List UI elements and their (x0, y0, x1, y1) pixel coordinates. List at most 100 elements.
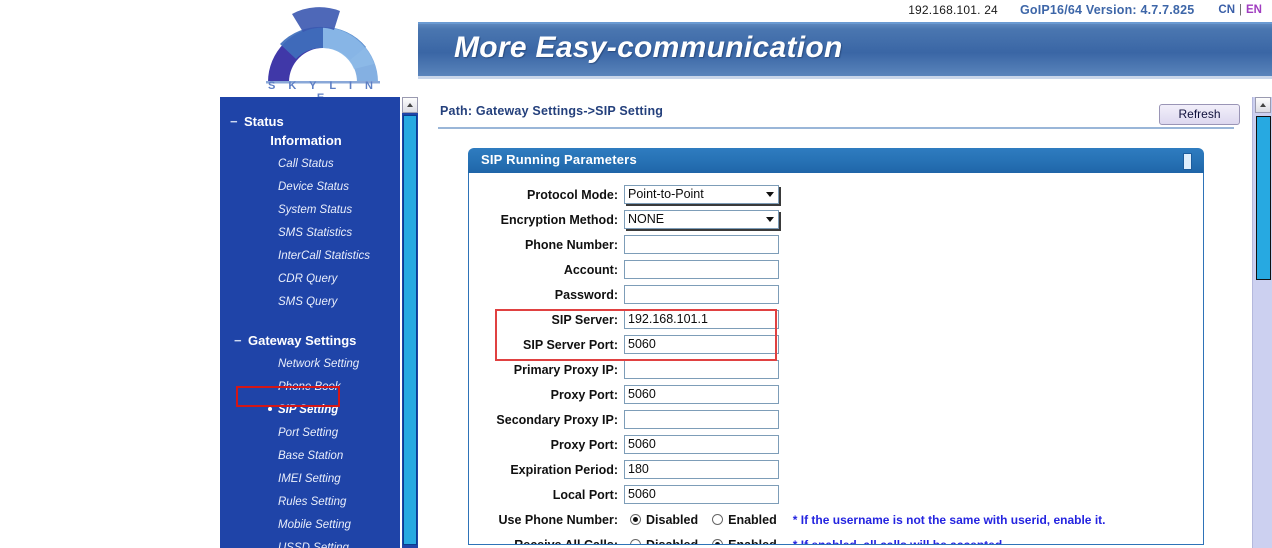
language-switcher: CN | EN (1218, 4, 1262, 16)
breadcrumb: Path: Gateway Settings->SIP Setting (440, 104, 664, 118)
input-primary-proxy-ip[interactable] (624, 360, 779, 379)
form-row: Encryption Method: NONE (469, 207, 1203, 232)
field-label: SIP Server: (551, 312, 618, 327)
device-ip-text: 192.168.101. 24 (908, 3, 998, 17)
sidebar-item-port-setting[interactable]: Port Setting (220, 422, 400, 445)
selected-bullet-icon (268, 407, 272, 411)
radio-label: Enabled (728, 537, 777, 545)
form-row: SIP Server Port: 5060 (469, 332, 1203, 357)
input-sip-server[interactable]: 192.168.101.1 (624, 310, 779, 329)
breadcrumb-divider (438, 127, 1234, 129)
input-password[interactable] (624, 285, 779, 304)
page-root: 192.168.101. 24 GoIP16/64 Version: 4.7.7… (0, 0, 1272, 548)
input-local-port[interactable]: 5060 (624, 485, 779, 504)
input-expiration-period[interactable]: 180 (624, 460, 779, 479)
form-row: Secondary Proxy IP: (469, 407, 1203, 432)
form-row: Receive All Calls: Disabled Enabled * If en… (469, 532, 1203, 545)
panel-header: SIP Running Parameters (468, 148, 1204, 173)
sidebar-item-phone-book[interactable]: Phone Book (220, 376, 400, 399)
form-row: Expiration Period: 180 (469, 457, 1203, 482)
radio-option[interactable]: Disabled (630, 537, 699, 545)
page-banner: More Easy-communication (418, 22, 1272, 76)
input-proxy-port[interactable]: 5060 (624, 385, 779, 404)
sidebar-item-sms-query[interactable]: SMS Query (220, 291, 400, 314)
top-status-bar: 192.168.101. 24 GoIP16/64 Version: 4.7.7… (0, 0, 1272, 20)
input-secondary-proxy-ip[interactable] (624, 410, 779, 429)
radio-option[interactable]: Enabled (712, 513, 777, 527)
field-label: Secondary Proxy IP: (496, 412, 618, 427)
sidebar-item-imei-setting[interactable]: IMEI Setting (220, 468, 400, 491)
radio-dot-icon[interactable] (712, 539, 724, 544)
input-proxy-port[interactable]: 5060 (624, 435, 779, 454)
field-label: Proxy Port: (550, 387, 618, 402)
radio-dot-icon[interactable] (630, 514, 641, 525)
chevron-down-icon[interactable] (762, 212, 777, 227)
field-label: Local Port: (552, 487, 618, 502)
radio-dot-icon[interactable] (712, 514, 724, 525)
sidebar-item-call-status[interactable]: Call Status (220, 153, 400, 176)
panel-collapse-icon[interactable] (1183, 153, 1192, 170)
radio-dot-icon[interactable] (630, 539, 641, 544)
banner-title: More Easy-communication (454, 31, 843, 64)
form-row: Local Port: 5060 (469, 482, 1203, 507)
main-scrollbar[interactable] (1252, 97, 1272, 548)
form-row: Proxy Port: 5060 (469, 382, 1203, 407)
field-label: Proxy Port: (550, 437, 618, 452)
sidebar-group-gateway-settings[interactable]: − Gateway Settings (220, 328, 400, 353)
radio-option[interactable]: Enabled (712, 537, 777, 545)
collapse-minus-icon-2[interactable]: − (234, 331, 248, 350)
sidebar-item-sip-setting[interactable]: SIP Setting (220, 399, 400, 422)
form-row: Primary Proxy IP: (469, 357, 1203, 382)
input-sip-server-port[interactable]: 5060 (624, 335, 779, 354)
lang-separator: | (1239, 4, 1243, 16)
banner-underline (418, 76, 1272, 79)
select-protocol-mode[interactable]: Point-to-Point (624, 185, 779, 204)
breadcrumb-row: Path: Gateway Settings->SIP Setting Refr… (420, 97, 1252, 131)
sidebar-item-system-status[interactable]: System Status (220, 199, 400, 222)
lang-en-link[interactable]: EN (1246, 4, 1262, 16)
radio-option[interactable]: Disabled (630, 513, 698, 527)
collapse-minus-icon[interactable]: − (230, 112, 244, 131)
radio-group: Disabled Enabled (630, 513, 791, 527)
sidebar-item-sip-setting-label: SIP Setting (278, 404, 339, 416)
lang-cn-link[interactable]: CN (1218, 4, 1235, 16)
input-account[interactable] (624, 260, 779, 279)
sidebar-item-mobile-setting[interactable]: Mobile Setting (220, 514, 400, 537)
sidebar-item-intercall-statistics[interactable]: InterCall Statistics (220, 245, 400, 268)
field-label: Phone Number: (524, 237, 618, 252)
input-value: 5060 (628, 337, 656, 351)
chevron-down-icon[interactable] (762, 187, 777, 202)
sidebar-item-base-station[interactable]: Base Station (220, 445, 400, 468)
refresh-button[interactable]: Refresh (1159, 104, 1240, 125)
field-hint: * If the username is not the same with u… (792, 512, 1106, 527)
input-value: 5060 (628, 487, 656, 501)
input-phone-number[interactable] (624, 235, 779, 254)
main-scroll-up-arrow-icon[interactable] (1255, 97, 1271, 113)
firmware-version-text: GoIP16/64 Version: 4.7.7.825 (1019, 3, 1195, 17)
sidebar-item-sms-statistics[interactable]: SMS Statistics (220, 222, 400, 245)
field-label: SIP Server Port: (523, 337, 618, 352)
form-row: Phone Number: (469, 232, 1203, 257)
form-row: Use Phone Number: Disabled Enabled * If the… (469, 507, 1203, 532)
sidebar-item-cdr-query[interactable]: CDR Query (220, 268, 400, 291)
select-encryption-method[interactable]: NONE (624, 210, 779, 229)
sidebar-item-network-setting[interactable]: Network Setting (220, 353, 400, 376)
input-value: 180 (628, 462, 649, 476)
field-label: Encryption Method: (500, 212, 618, 227)
field-label: Receive All Calls: (514, 537, 618, 545)
field-label: Account: (563, 262, 618, 277)
field-label: Password: (554, 287, 618, 302)
sidebar-scroll-thumb[interactable] (403, 115, 417, 545)
main-scroll-thumb[interactable] (1256, 116, 1271, 280)
form-row: Protocol Mode: Point-to-Point (469, 182, 1203, 207)
sidebar-item-device-status[interactable]: Device Status (220, 176, 400, 199)
select-value: NONE (628, 212, 665, 226)
sidebar-item-rules-setting[interactable]: Rules Setting (220, 491, 400, 514)
logo-arc-graphic (266, 7, 380, 84)
sidebar-group-status-information[interactable]: − Status Information (220, 109, 400, 153)
sidebar-scrollbar[interactable] (402, 97, 418, 548)
radio-label: Disabled (646, 537, 699, 545)
sidebar-item-ussd-setting[interactable]: USSD Setting (220, 537, 400, 548)
field-label: Protocol Mode: (527, 187, 618, 202)
scroll-up-arrow-icon[interactable] (402, 97, 418, 113)
